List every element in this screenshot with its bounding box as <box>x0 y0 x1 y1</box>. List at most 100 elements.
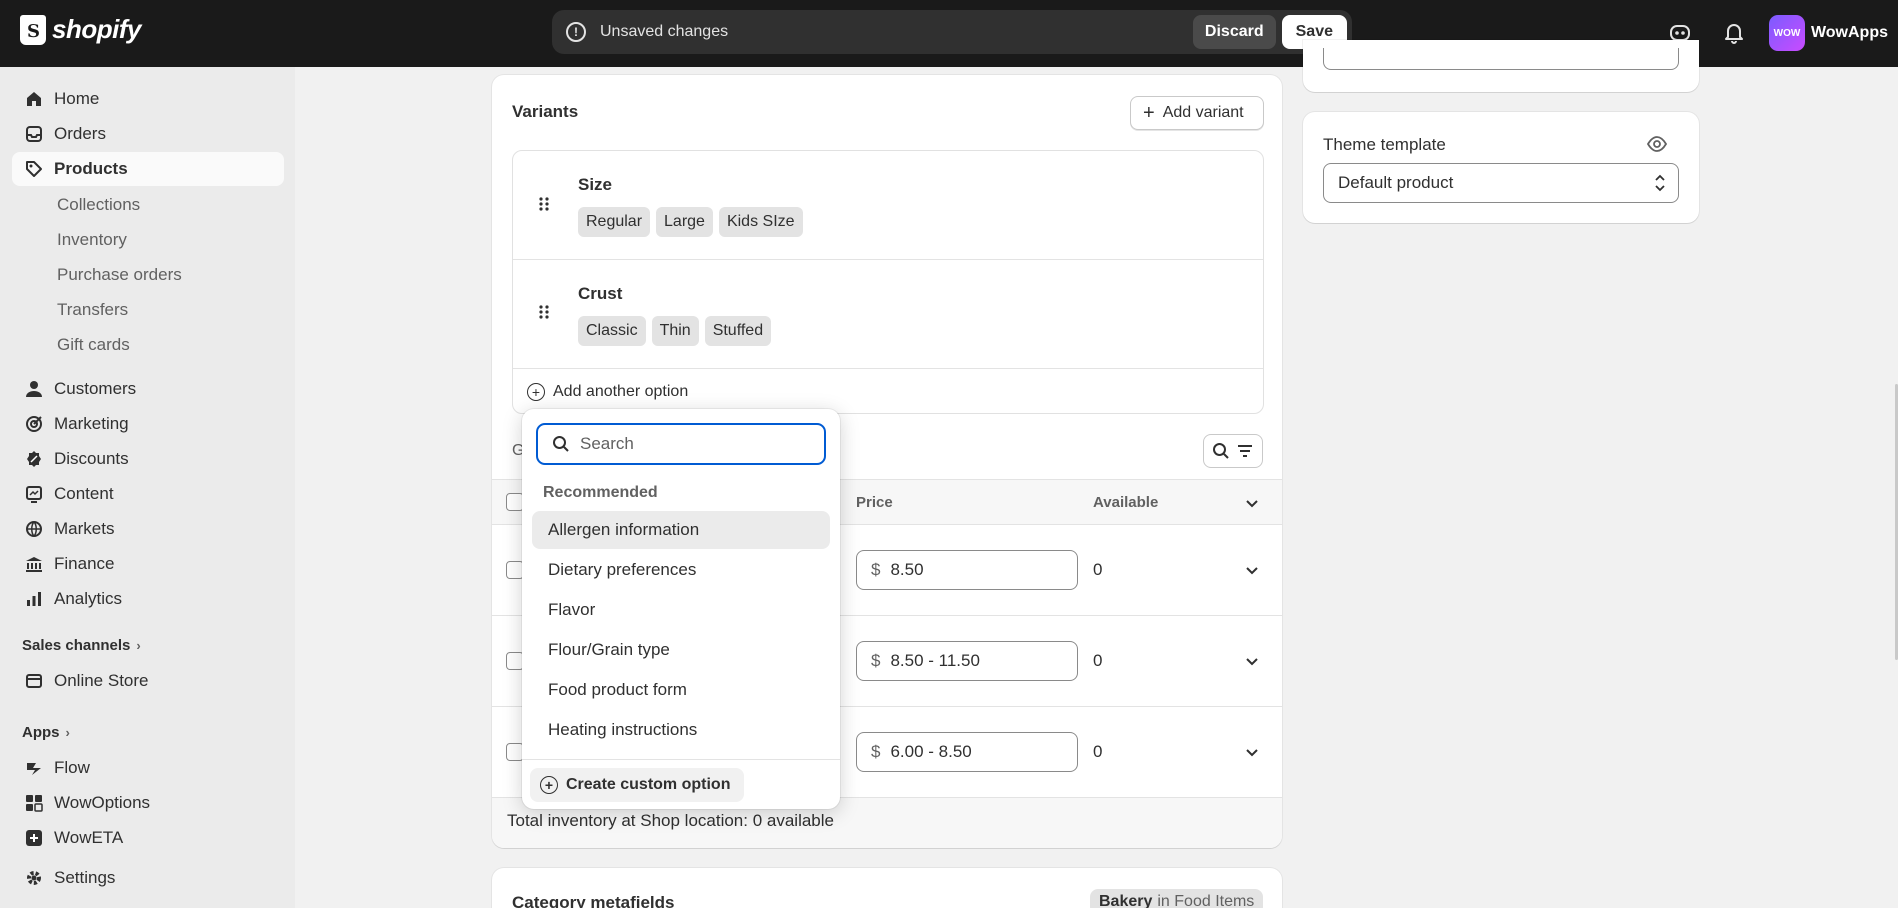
available-column-header: Available <box>1093 494 1159 511</box>
create-custom-option-button[interactable]: + Create custom option <box>530 768 745 802</box>
store-name[interactable]: WowApps <box>1811 24 1888 42</box>
chevron-down-icon[interactable] <box>1244 562 1260 578</box>
filter-icon <box>1238 445 1252 457</box>
price-input[interactable]: $ 6.00 - 8.50 <box>856 732 1078 772</box>
sidebar-item-content[interactable]: Content <box>12 477 284 511</box>
option-suggestion[interactable]: Dietary preferences <box>532 551 830 589</box>
add-variant-label: Add variant <box>1162 104 1244 121</box>
sidebar-subitem-transfers[interactable]: Transfers <box>57 300 128 320</box>
drag-handle-icon[interactable] <box>537 196 551 212</box>
sidebar-item-label: WowETA <box>54 828 124 847</box>
chevron-right-icon: › <box>65 725 70 740</box>
tag-icon <box>24 159 44 179</box>
sidebar-item-label: Settings <box>54 868 116 887</box>
option-suggestion[interactable]: Flour/Grain type <box>532 631 830 669</box>
sidebar-subitem-purchase-orders[interactable]: Purchase orders <box>57 265 182 285</box>
organization-card-partial <box>1303 40 1699 92</box>
sidebar-item-settings[interactable]: Settings <box>12 861 284 895</box>
home-icon <box>24 89 44 109</box>
plus-circle-icon: + <box>540 776 558 794</box>
bell-icon[interactable] <box>1715 14 1753 52</box>
theme-template-value: Default product <box>1338 173 1454 192</box>
sidebar-subitem-gift-cards[interactable]: Gift cards <box>57 335 130 355</box>
option-suggestion[interactable]: Heating instructions <box>532 711 830 749</box>
sidebar-subitem-collections[interactable]: Collections <box>57 195 140 215</box>
option-row-crust[interactable]: Crust Classic Thin Stuffed <box>513 260 1263 368</box>
sidebar-item-wowoptions[interactable]: WowOptions <box>12 786 284 820</box>
option-name: Size <box>578 175 613 194</box>
content-icon <box>24 484 44 504</box>
sales-channels-label: Sales channels <box>22 637 131 654</box>
plus-icon: + <box>1143 102 1155 124</box>
search-input[interactable] <box>580 434 800 454</box>
option-value-chip: Stuffed <box>704 316 772 346</box>
sidebar-item-finance[interactable]: Finance <box>12 547 284 581</box>
alert-icon: ! <box>566 22 586 42</box>
variant-options-box: Size Regular Large Kids SIze Crust Class… <box>512 150 1264 414</box>
option-row-size[interactable]: Size Regular Large Kids SIze <box>513 151 1263 259</box>
chevron-down-icon[interactable] <box>1244 744 1260 760</box>
add-another-option-button[interactable]: + Add another option <box>527 383 688 401</box>
search-field[interactable] <box>536 423 826 465</box>
discard-button[interactable]: Discard <box>1192 15 1276 49</box>
person-icon <box>24 379 44 399</box>
avatar[interactable]: WOW <box>1768 15 1805 51</box>
shopify-logo[interactable]: shopify <box>20 14 141 45</box>
chevron-down-icon[interactable] <box>1244 653 1260 669</box>
sidebar-item-home[interactable]: Home <box>12 82 284 116</box>
sidebar-item-products[interactable]: Products <box>12 152 284 186</box>
orders-icon <box>24 124 44 144</box>
option-suggestion[interactable]: Allergen information <box>532 511 830 549</box>
sidebar-item-online-store[interactable]: Online Store <box>12 664 284 698</box>
drag-handle-icon[interactable] <box>537 304 551 320</box>
search-filter-button[interactable] <box>1203 434 1263 468</box>
sidebar-item-woweta[interactable]: WowETA <box>12 821 284 855</box>
available-value: 0 <box>1093 651 1103 670</box>
sidebar-item-marketing[interactable]: Marketing <box>12 407 284 441</box>
sales-channels-heading[interactable]: Sales channels › <box>22 637 141 654</box>
sidebar-item-label: Marketing <box>54 414 129 433</box>
sidebar-subitem-inventory[interactable]: Inventory <box>57 230 127 250</box>
sidebar-item-discounts[interactable]: Discounts <box>12 442 284 476</box>
sidebar-item-flow[interactable]: Flow <box>12 751 284 785</box>
sidebar-item-customers[interactable]: Customers <box>12 372 284 406</box>
sidebar-item-label: Online Store <box>54 671 149 690</box>
chart-icon <box>24 589 44 609</box>
chevron-right-icon: › <box>136 638 141 653</box>
logo-text: shopify <box>52 14 141 44</box>
option-name: Crust <box>578 284 623 303</box>
search-icon <box>553 436 569 452</box>
option-suggestion[interactable]: Food product form <box>532 671 830 709</box>
category-badge: Bakery in Food Items <box>1090 889 1264 908</box>
option-suggestion[interactable]: Flavor <box>532 591 830 629</box>
price-input[interactable]: $ 8.50 - 11.50 <box>856 641 1078 681</box>
total-inventory-text: Total inventory at Shop location: 0 avai… <box>507 811 834 830</box>
variants-title: Variants <box>512 102 579 121</box>
unsaved-text: Unsaved changes <box>600 23 729 40</box>
shopify-bag-icon <box>20 14 46 45</box>
sidebar-item-label: Content <box>54 484 114 503</box>
sidebar-item-markets[interactable]: Markets <box>12 512 284 546</box>
apps-heading[interactable]: Apps › <box>22 724 70 741</box>
category-badge-strong: Bakery <box>1099 893 1153 908</box>
sidebar-item-label: Orders <box>54 124 106 143</box>
search-icon <box>1213 443 1229 459</box>
option-value-chip: Large <box>656 207 713 237</box>
divider <box>513 368 1263 369</box>
recommended-heading: Recommended <box>543 484 658 501</box>
sidebar-item-analytics[interactable]: Analytics <box>12 582 284 616</box>
sidebar-item-orders[interactable]: Orders <box>12 117 284 151</box>
price-input[interactable]: $ 8.50 <box>856 550 1078 590</box>
available-value: 0 <box>1093 742 1103 761</box>
sidebar-item-label: Products <box>54 159 128 178</box>
partial-input[interactable] <box>1323 48 1679 70</box>
option-value-chip: Thin <box>651 316 699 346</box>
sidebar-item-label: Finance <box>54 554 115 573</box>
price-value: 8.50 - 11.50 <box>890 651 980 670</box>
store-icon <box>24 671 44 691</box>
sidebar-item-label: Markets <box>54 519 115 538</box>
add-variant-button[interactable]: + Add variant <box>1130 96 1264 130</box>
chevron-down-icon[interactable] <box>1244 495 1260 511</box>
eye-icon[interactable] <box>1647 136 1667 152</box>
theme-template-select[interactable]: Default product <box>1323 163 1679 203</box>
